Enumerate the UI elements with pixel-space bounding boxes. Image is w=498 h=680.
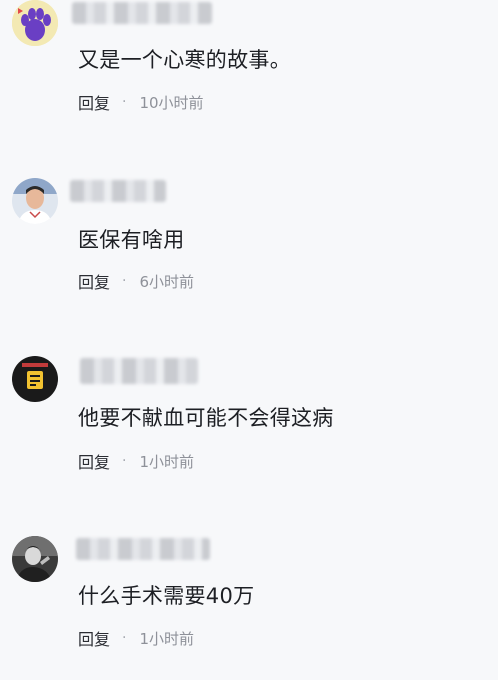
comment-actions: 回复 · 10小时前: [78, 90, 204, 114]
comment-text: 又是一个心寒的故事。: [78, 48, 291, 72]
monochrome-figure: [12, 536, 58, 582]
comment-actions: 回复 · 6小时前: [78, 269, 195, 293]
reply-button[interactable]: 回复: [78, 449, 110, 473]
avatar[interactable]: [12, 356, 58, 402]
username[interactable]: [72, 2, 212, 24]
comment-actions: 回复 · 1小时前: [78, 626, 195, 650]
comment-text: 什么手术需要40万: [78, 584, 255, 608]
comment-text: 他要不献血可能不会得这病: [78, 406, 334, 430]
comment-item: 医保有啥用 回复 · 6小时前: [0, 170, 498, 310]
timestamp: 1小时前: [139, 452, 195, 471]
comment-text: 医保有啥用: [78, 228, 185, 252]
reply-button[interactable]: 回复: [78, 269, 110, 293]
username[interactable]: [70, 180, 166, 202]
comment-actions: 回复 · 1小时前: [78, 449, 195, 473]
timestamp: 6小时前: [139, 272, 195, 291]
paw-icon: [12, 0, 58, 46]
avatar[interactable]: [12, 536, 58, 582]
username[interactable]: [80, 358, 198, 384]
reply-button[interactable]: 回复: [78, 90, 110, 114]
comment-item: 他要不献血可能不会得这病 回复 · 1小时前: [0, 350, 498, 490]
separator-dot: ·: [122, 453, 127, 469]
username[interactable]: [76, 538, 210, 560]
avatar[interactable]: [12, 0, 58, 46]
avatar[interactable]: [12, 178, 58, 224]
reply-button[interactable]: 回复: [78, 626, 110, 650]
person-photo: [12, 178, 58, 224]
badge-icon: [12, 356, 58, 402]
timestamp: 10小时前: [139, 93, 204, 112]
timestamp: 1小时前: [139, 629, 195, 648]
comment-item: 什么手术需要40万 回复 · 1小时前: [0, 532, 498, 672]
separator-dot: ·: [122, 94, 127, 110]
separator-dot: ·: [122, 273, 127, 289]
separator-dot: ·: [122, 630, 127, 646]
comment-item: 又是一个心寒的故事。 回复 · 10小时前: [0, 0, 498, 130]
